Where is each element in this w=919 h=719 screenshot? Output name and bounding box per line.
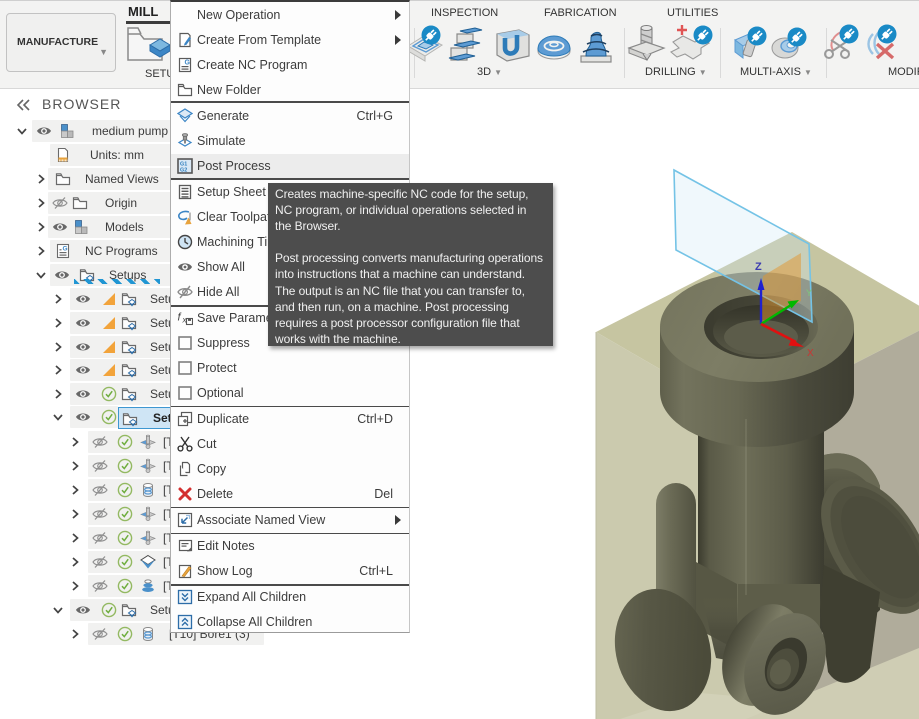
svg-text:f: f — [178, 312, 182, 324]
svg-text:Y: Y — [806, 288, 812, 298]
svg-text:G2: G2 — [180, 167, 187, 173]
svg-text:G: G — [185, 60, 191, 67]
svg-text:X: X — [807, 348, 814, 359]
svg-text:Z: Z — [755, 261, 762, 273]
